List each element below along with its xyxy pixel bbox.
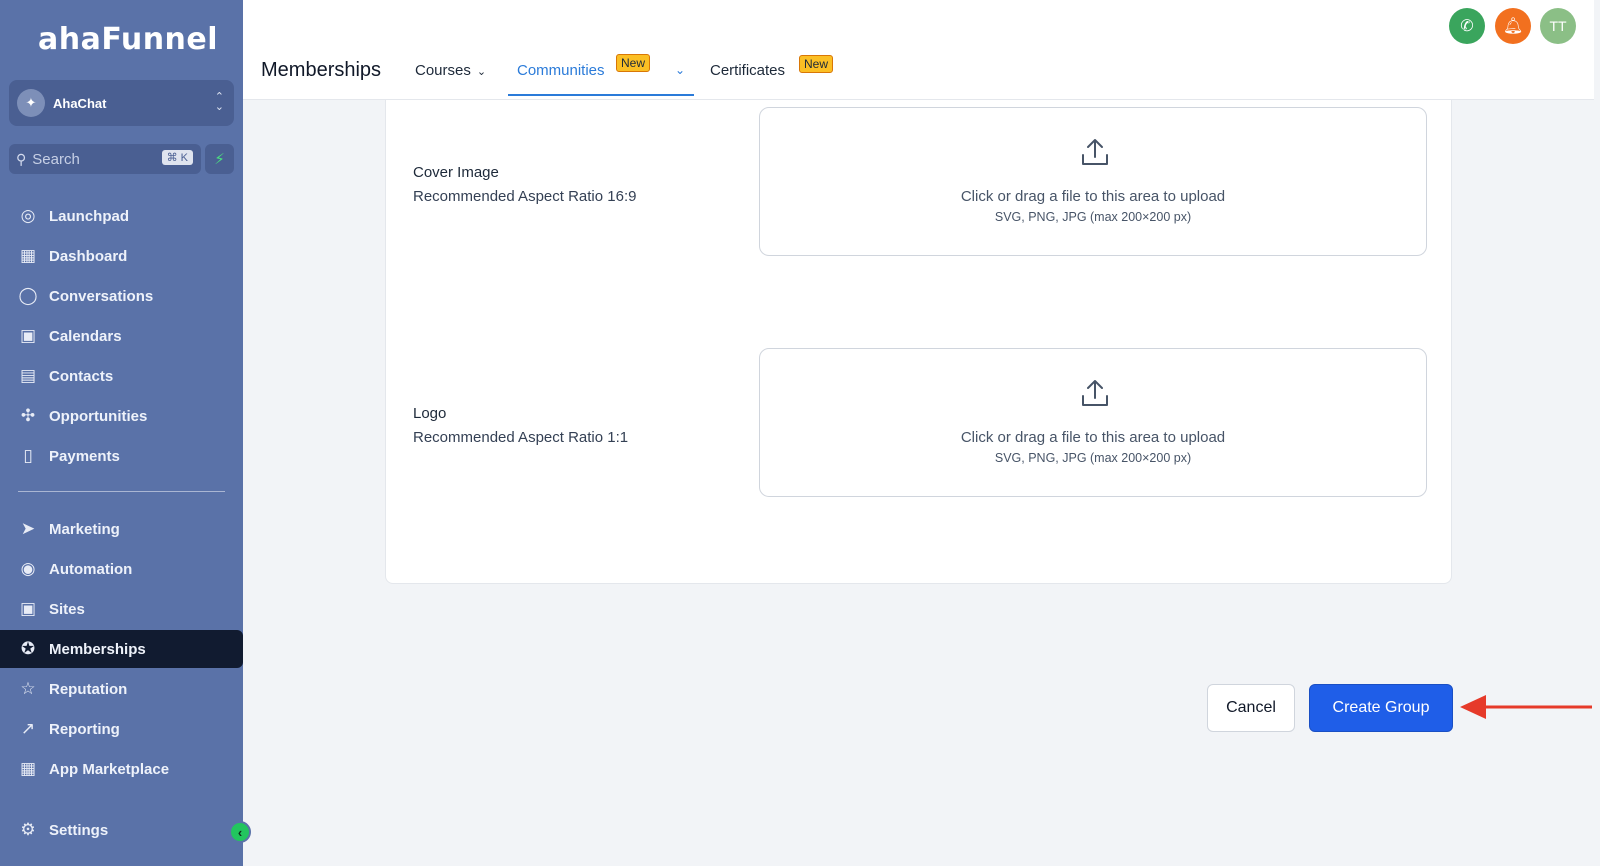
sidebar-item-label: Launchpad [49, 207, 130, 225]
sidebar-item-calendars[interactable]: ▣ Calendars [0, 317, 243, 355]
sidebar-item-label: Reporting [49, 720, 120, 738]
sidebar-item-label: Opportunities [49, 407, 148, 425]
phone-icon: ✆ [1460, 18, 1474, 35]
chevron-updown-icon: ⌃ ⌄ [214, 91, 224, 113]
collapse-sidebar-button[interactable]: ‹ [229, 821, 251, 843]
chevron-left-icon: ‹ [237, 824, 243, 840]
network-icon: ✣ [20, 406, 36, 425]
bell-icon: 🔔︎ [1502, 18, 1524, 35]
grid-icon: ▦ [19, 246, 37, 265]
sidebar-item-reporting[interactable]: ↗ Reporting [0, 710, 243, 748]
sidebar-item-label: Dashboard [49, 247, 128, 265]
tab-certificates[interactable]: Certificates [710, 62, 785, 79]
contacts-icon: ▤ [19, 366, 37, 385]
sites-icon: ▣ [19, 599, 37, 618]
sidebar-divider [18, 491, 225, 492]
cover-image-label: Cover Image [413, 164, 499, 181]
account-switcher[interactable]: ✦ AhaChat ⌃ ⌄ [9, 80, 234, 126]
annotation-arrow-icon [1460, 695, 1592, 719]
sidebar-item-label: App Marketplace [49, 760, 170, 778]
logo-label: Logo [413, 405, 447, 422]
cancel-button[interactable]: Cancel [1207, 684, 1295, 732]
shortcut-badge: ⌘ K [161, 150, 193, 165]
sidebar-item-label: Marketing [49, 520, 120, 538]
sidebar-item-opportunities[interactable]: ✣ Opportunities [0, 397, 243, 435]
top-header: Memberships Courses ⌄ Communities New ⌄ C… [243, 0, 1594, 100]
phone-button[interactable]: ✆ [1449, 8, 1485, 44]
upload-icon [1082, 139, 1108, 165]
sidebar-item-reputation[interactable]: ☆ Reputation [0, 670, 243, 708]
sidebar-item-marketing[interactable]: ➤ Marketing [0, 510, 243, 548]
lightning-icon: ⚡ [214, 151, 225, 168]
sidebar-item-conversations[interactable]: ◯ Conversations [0, 277, 243, 315]
chat-icon: ◯ [18, 286, 38, 305]
send-icon: ➤ [20, 519, 36, 538]
sidebar-item-settings[interactable]: ⚙ Settings [0, 811, 243, 849]
sidebar-item-memberships[interactable]: ✪ Memberships [0, 630, 243, 668]
search-input[interactable]: ⚲ Search ⌘ K [9, 144, 201, 174]
upload-file-types: SVG, PNG, JPG (max 200×200 px) [994, 210, 1192, 224]
upload-instructions: Click or drag a file to this area to upl… [960, 429, 1226, 446]
sidebar-item-label: Settings [49, 821, 109, 839]
calendar-icon: ▣ [19, 326, 37, 345]
sidebar-item-dashboard[interactable]: ▦ Dashboard [0, 237, 243, 275]
active-tab-indicator [508, 94, 694, 96]
automation-icon: ◉ [20, 559, 36, 578]
upload-instructions: Click or drag a file to this area to upl… [960, 188, 1226, 205]
sidebar: ahaFunnel ✦ AhaChat ⌃ ⌄ ⚲ Search ⌘ K ⚡ ◎ … [0, 0, 251, 866]
upload-file-types: SVG, PNG, JPG (max 200×200 px) [994, 451, 1192, 465]
account-name: AhaChat [53, 95, 107, 111]
sidebar-item-label: Payments [49, 447, 120, 465]
upload-icon [1082, 380, 1108, 406]
tab-label: Certificates [710, 62, 786, 79]
sidebar-item-payments[interactable]: ▯ Payments [0, 437, 243, 475]
notifications-button[interactable]: 🔔︎ [1495, 8, 1531, 44]
tab-label: Courses [415, 62, 471, 79]
award-icon: ✪ [20, 639, 36, 658]
sidebar-item-label: Calendars [49, 327, 122, 345]
apps-icon: ▦ [19, 759, 37, 778]
sidebar-item-label: Sites [49, 600, 85, 618]
account-avatar-icon: ✦ [17, 89, 45, 117]
sidebar-item-label: Reputation [49, 680, 128, 698]
sidebar-item-label: Contacts [49, 367, 114, 385]
new-badge: New [616, 54, 651, 72]
group-form-card: Cover Image Recommended Aspect Ratio 16:… [385, 100, 1452, 584]
tab-communities[interactable]: Communities [517, 62, 605, 79]
cover-image-upload-area[interactable]: Click or drag a file to this area to upl… [759, 107, 1427, 256]
brand-logo[interactable]: ahaFunnel [38, 22, 218, 57]
page-title: Memberships [261, 59, 382, 81]
sidebar-item-launchpad[interactable]: ◎ Launchpad [0, 197, 243, 235]
create-group-button[interactable]: Create Group [1309, 684, 1453, 732]
chevron-down-icon: ⌄ [476, 66, 487, 78]
receipt-icon: ▯ [23, 446, 33, 465]
gear-icon: ⚙ [20, 820, 36, 839]
sidebar-item-contacts[interactable]: ▤ Contacts [0, 357, 243, 395]
rocket-icon: ◎ [20, 206, 36, 225]
logo-hint: Recommended Aspect Ratio 1:1 [413, 429, 629, 446]
chevron-down-icon[interactable]: ⌄ [675, 63, 685, 77]
cover-image-hint: Recommended Aspect Ratio 16:9 [413, 188, 637, 205]
search-icon: ⚲ [16, 150, 27, 167]
search-placeholder: Search [32, 150, 80, 168]
trend-icon: ↗ [20, 719, 36, 738]
sidebar-item-sites[interactable]: ▣ Sites [0, 590, 243, 628]
sidebar-item-automation[interactable]: ◉ Automation [0, 550, 243, 588]
new-badge: New [799, 55, 834, 73]
sidebar-item-label: Automation [49, 560, 133, 578]
star-icon: ☆ [20, 679, 36, 698]
user-avatar[interactable]: TT [1540, 8, 1576, 44]
sidebar-item-label: Conversations [49, 287, 154, 305]
tab-courses[interactable]: Courses ⌄ [415, 62, 486, 79]
sidebar-item-app-marketplace[interactable]: ▦ App Marketplace [0, 750, 243, 788]
logo-upload-area[interactable]: Click or drag a file to this area to upl… [759, 348, 1427, 497]
quick-action-button[interactable]: ⚡ [205, 144, 234, 174]
tab-label: Communities [517, 62, 605, 79]
sidebar-item-label: Memberships [49, 640, 146, 658]
